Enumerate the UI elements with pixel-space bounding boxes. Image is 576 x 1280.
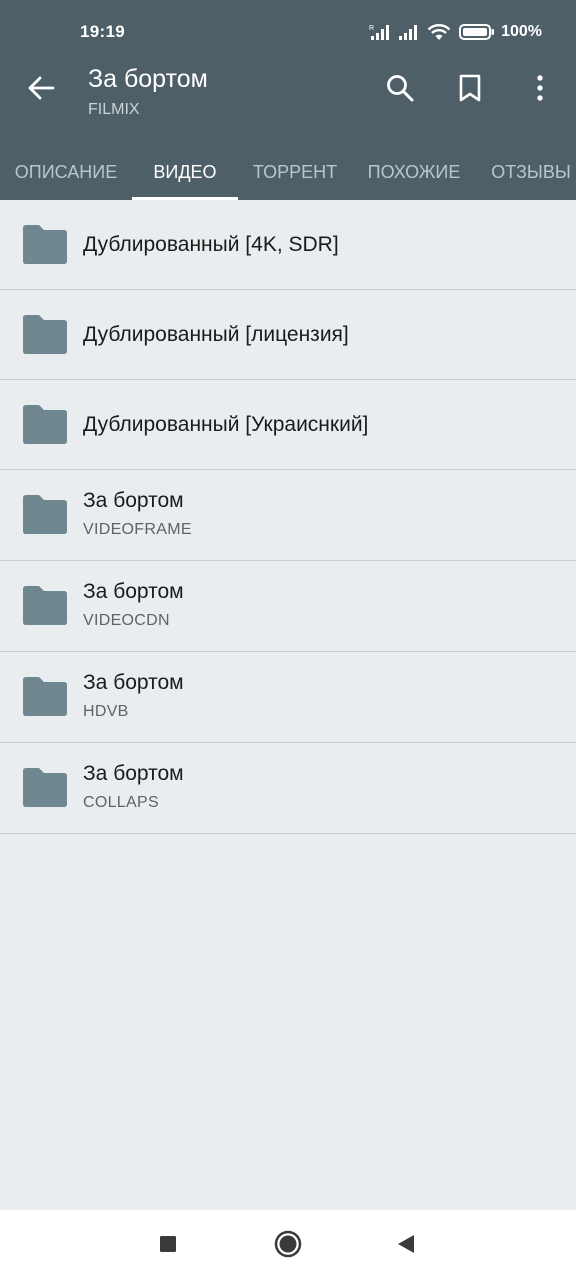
list-item-title: За бортом bbox=[83, 671, 184, 694]
recents-square-icon bbox=[158, 1234, 178, 1259]
home-button[interactable] bbox=[268, 1226, 308, 1266]
status-time: 19:19 bbox=[80, 22, 125, 41]
search-icon bbox=[385, 73, 415, 108]
list-item-subtitle: VIDEOCDN bbox=[83, 612, 170, 629]
tab-torrent[interactable]: ТОРРЕНТ bbox=[242, 144, 348, 200]
list-item[interactable]: Дублированный [лицензия] bbox=[0, 290, 576, 380]
folder-icon bbox=[20, 314, 70, 356]
list-item-subtitle: COLLAPS bbox=[83, 794, 159, 811]
list-item-subtitle: HDVB bbox=[83, 703, 129, 720]
back-triangle-icon bbox=[395, 1233, 417, 1260]
back-arrow-icon bbox=[27, 75, 55, 106]
folder-icon bbox=[20, 767, 70, 809]
battery-icon bbox=[459, 23, 495, 41]
wifi-icon bbox=[427, 23, 451, 41]
signal-icon bbox=[397, 23, 419, 41]
bookmark-icon bbox=[458, 74, 482, 107]
status-bar: 19:19 R 100% bbox=[0, 0, 576, 48]
page-subtitle: FILMIX bbox=[88, 101, 140, 118]
list-item-title: За бортом bbox=[83, 580, 184, 603]
tab-reviews[interactable]: ОТЗЫВЫ bbox=[482, 144, 576, 200]
list-item[interactable]: За бортом VIDEOFRAME bbox=[0, 470, 576, 561]
nav-back-button[interactable] bbox=[386, 1226, 426, 1266]
bookmark-button[interactable] bbox=[446, 66, 494, 114]
more-options-button[interactable] bbox=[516, 66, 564, 114]
list-item-title: Дублированный [Украиснкий] bbox=[83, 412, 369, 436]
list-item-title: Дублированный [лицензия] bbox=[83, 322, 349, 346]
system-nav-bar bbox=[0, 1210, 576, 1280]
more-vertical-icon bbox=[535, 74, 545, 107]
list-item[interactable]: За бортом HDVB bbox=[0, 652, 576, 743]
list-item[interactable]: Дублированный [Украиснкий] bbox=[0, 380, 576, 470]
tab-video[interactable]: ВИДЕО bbox=[132, 144, 238, 200]
folder-icon bbox=[20, 494, 70, 536]
list-item[interactable]: За бортом COLLAPS bbox=[0, 743, 576, 834]
app-bar: За бортом FILMIX ОПИСАНИЕ ВИДЕО ТОРРЕНТ … bbox=[0, 48, 576, 200]
list-item[interactable]: Дублированный [4K, SDR] bbox=[0, 200, 576, 290]
folder-icon bbox=[20, 404, 70, 446]
battery-percent: 100% bbox=[501, 23, 542, 40]
tab-description[interactable]: ОПИСАНИЕ bbox=[4, 144, 128, 200]
folder-icon bbox=[20, 585, 70, 627]
folder-icon bbox=[20, 676, 70, 718]
list-item-title: За бортом bbox=[83, 762, 184, 785]
tab-similar[interactable]: ПОХОЖИЕ bbox=[356, 144, 472, 200]
folder-icon bbox=[20, 224, 70, 266]
status-icons: R 100% bbox=[369, 21, 542, 43]
list-item-subtitle: VIDEOFRAME bbox=[83, 521, 192, 538]
signal-r-icon: R bbox=[369, 23, 391, 41]
recents-button[interactable] bbox=[148, 1226, 188, 1266]
tab-bar: ОПИСАНИЕ ВИДЕО ТОРРЕНТ ПОХОЖИЕ ОТЗЫВЫ bbox=[0, 144, 576, 200]
list-item[interactable]: За бортом VIDEOCDN bbox=[0, 561, 576, 652]
search-button[interactable] bbox=[376, 66, 424, 114]
list-item-title: Дублированный [4K, SDR] bbox=[83, 232, 339, 256]
home-circle-icon bbox=[274, 1230, 302, 1263]
list-item-title: За бортом bbox=[83, 489, 184, 512]
back-button[interactable] bbox=[16, 68, 66, 112]
svg-text:R: R bbox=[369, 25, 374, 32]
video-source-list: Дублированный [4K, SDR] Дублированный [л… bbox=[0, 200, 576, 834]
page-title: За бортом bbox=[88, 65, 208, 93]
